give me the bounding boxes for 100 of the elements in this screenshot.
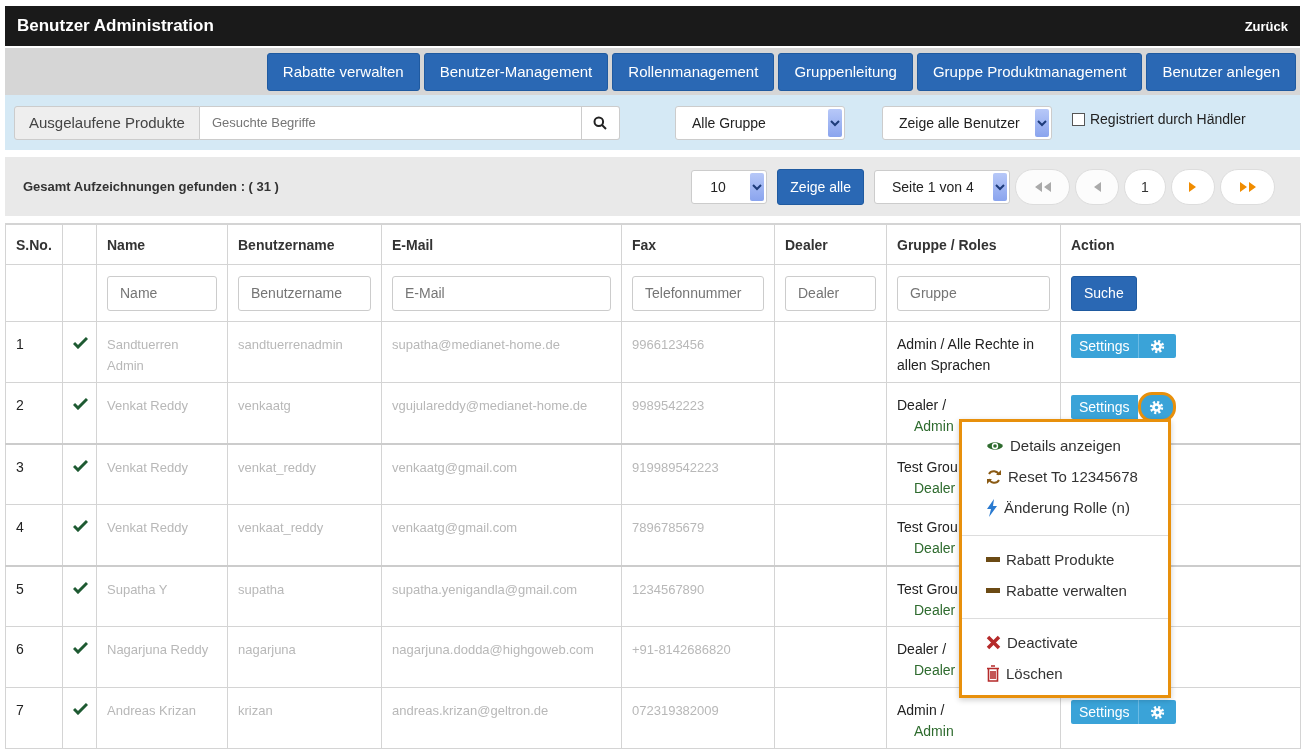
table-cell: 4: [16, 519, 24, 535]
table-cell: supatha@medianet-home.de: [392, 337, 560, 352]
column-header: Dealer: [785, 236, 828, 253]
left-arrow-icon: [1093, 181, 1101, 192]
filter-field[interactable]: E-Mail: [392, 275, 611, 311]
role-name: Dealer: [913, 661, 956, 680]
menu-item[interactable]: Löschen: [962, 658, 1168, 689]
group-name: Admin / Alle Rechte in allen Sprachen: [897, 335, 1035, 375]
group-name: Test Grou: [897, 457, 958, 477]
show-all-button[interactable]: Zeige alle: [777, 168, 864, 205]
menu-item[interactable]: Details anzeigen: [962, 430, 1168, 461]
table-cell: 5: [16, 580, 24, 597]
table-cell: 7896785679: [632, 520, 705, 535]
filter-field[interactable]: Dealer: [785, 275, 876, 311]
column-header: Benutzername: [238, 236, 335, 253]
double-left-arrow-icon: [1033, 181, 1052, 192]
arrow-button[interactable]: [1171, 168, 1215, 205]
page-size-select[interactable]: 10: [691, 169, 768, 204]
gear-button[interactable]: [1137, 392, 1176, 422]
caret-icon: [829, 118, 840, 127]
nav-button[interactable]: Gruppe Produktmanagement: [916, 52, 1143, 91]
table-cell: Venkat Reddy: [107, 459, 188, 475]
group-name: Dealer /: [897, 396, 947, 415]
page-title: Benutzer Administration: [17, 16, 214, 36]
menu-item[interactable]: Rabatt Produkte: [962, 544, 1168, 575]
table-cell: venkaatg: [238, 398, 291, 413]
table-cell: Supatha Y: [107, 581, 168, 597]
table-cell: venkat_reddy: [238, 459, 317, 475]
trash-icon: [986, 665, 1000, 682]
menu-item[interactable]: Änderung Rolle (n): [962, 492, 1168, 523]
column-header: E-Mail: [392, 236, 434, 253]
cross-icon: [986, 635, 1001, 650]
menu-item[interactable]: Deactivate: [962, 627, 1168, 658]
right-arrow-icon: [1189, 181, 1197, 192]
page-select[interactable]: Seite 1 von 4: [874, 169, 1010, 204]
user-select[interactable]: Zeige alle Benutzer: [881, 105, 1052, 140]
refresh-icon: [986, 468, 1002, 485]
table-cell: nagarjuna: [238, 642, 296, 657]
table-cell: sandtuerrenadmin: [238, 337, 343, 352]
table-cell: Nagarjuna Reddy: [107, 642, 209, 657]
table-cell: +91-8142686820: [632, 642, 731, 657]
table-cell: vgujulareddy@medianet-home.de: [392, 398, 588, 413]
gear-button[interactable]: [1137, 700, 1176, 724]
group-name: Test Grou: [897, 579, 958, 599]
group-name: Dealer /: [897, 640, 947, 659]
settings-icon: [1149, 704, 1165, 720]
table-cell: Venkat Reddy: [107, 520, 188, 535]
nav-button[interactable]: Benutzer anlegen: [1146, 52, 1296, 91]
table-cell: 3: [16, 458, 24, 475]
role-name: Dealer: [913, 539, 956, 558]
caret-icon: [995, 182, 1005, 191]
caret-icon: [752, 182, 763, 191]
role-name: Dealer: [913, 478, 956, 498]
column-header: Gruppe / Roles: [897, 236, 997, 253]
minus-icon: [986, 588, 1000, 593]
table-cell: 9989542223: [632, 398, 705, 413]
column-header: S.No.: [16, 236, 52, 253]
table-cell: venkaatg@gmail.com: [392, 459, 518, 475]
search-field[interactable]: Gesuchte Begriffe: [199, 105, 582, 140]
search-category-button[interactable]: Ausgelaufene Produkte: [14, 105, 200, 140]
group-select[interactable]: Alle Gruppe: [674, 105, 845, 140]
menu-item[interactable]: Rabatte verwalten: [962, 575, 1168, 606]
gear-button[interactable]: [1137, 334, 1176, 358]
table-cell: 1234567890: [632, 581, 705, 597]
filter-field[interactable]: Benutzername: [238, 275, 371, 311]
table-cell: krizan: [238, 703, 273, 718]
column-header: Action: [1071, 236, 1115, 253]
nav-button[interactable]: Rabatte verwalten: [266, 52, 420, 91]
table-cell: 919989542223: [632, 459, 719, 475]
nav-button[interactable]: Benutzer-Management: [423, 52, 609, 91]
minus-icon: [986, 557, 1000, 562]
table-cell: supatha.yenigandla@gmail.com: [392, 581, 578, 597]
filter-field[interactable]: Telefonnummer: [632, 275, 764, 311]
role-name: Dealer: [913, 600, 956, 620]
table-cell: Venkat Reddy: [107, 398, 188, 413]
table-cell: 6: [16, 641, 24, 657]
column-header: Fax: [632, 236, 657, 253]
search-button[interactable]: Suche: [1071, 275, 1137, 311]
table-cell: 9966123456: [632, 337, 705, 352]
menu-item[interactable]: Reset To 12345678: [962, 461, 1168, 492]
table-cell: supatha: [238, 581, 285, 597]
double-right-arrow-icon: [1238, 181, 1257, 192]
checkbox-label: Registriert durch Händler: [1089, 111, 1246, 127]
lightning-icon: [986, 498, 998, 517]
table-cell: 2: [16, 397, 24, 413]
nav-button[interactable]: Gruppenleitung: [778, 52, 913, 91]
caret-icon: [1036, 118, 1047, 127]
role-name: Admin: [913, 722, 954, 741]
filter-field[interactable]: Gruppe: [897, 275, 1050, 311]
filter-field[interactable]: Name: [107, 275, 217, 311]
group-name: Test Grou: [897, 518, 958, 537]
back-link[interactable]: Zurück: [1244, 18, 1288, 34]
search-button[interactable]: [581, 105, 620, 140]
nav-button[interactable]: Rollenmanagement: [612, 52, 775, 91]
page-button[interactable]: 1: [1124, 168, 1166, 205]
record-count: Gesamt Aufzeichnungen gefunden : ( 31 ): [23, 179, 279, 194]
double-arrow-button[interactable]: [1220, 168, 1275, 205]
checkbox[interactable]: [1071, 112, 1085, 126]
table-cell: venkaat_reddy: [238, 520, 324, 535]
column-header: Name: [107, 236, 146, 253]
